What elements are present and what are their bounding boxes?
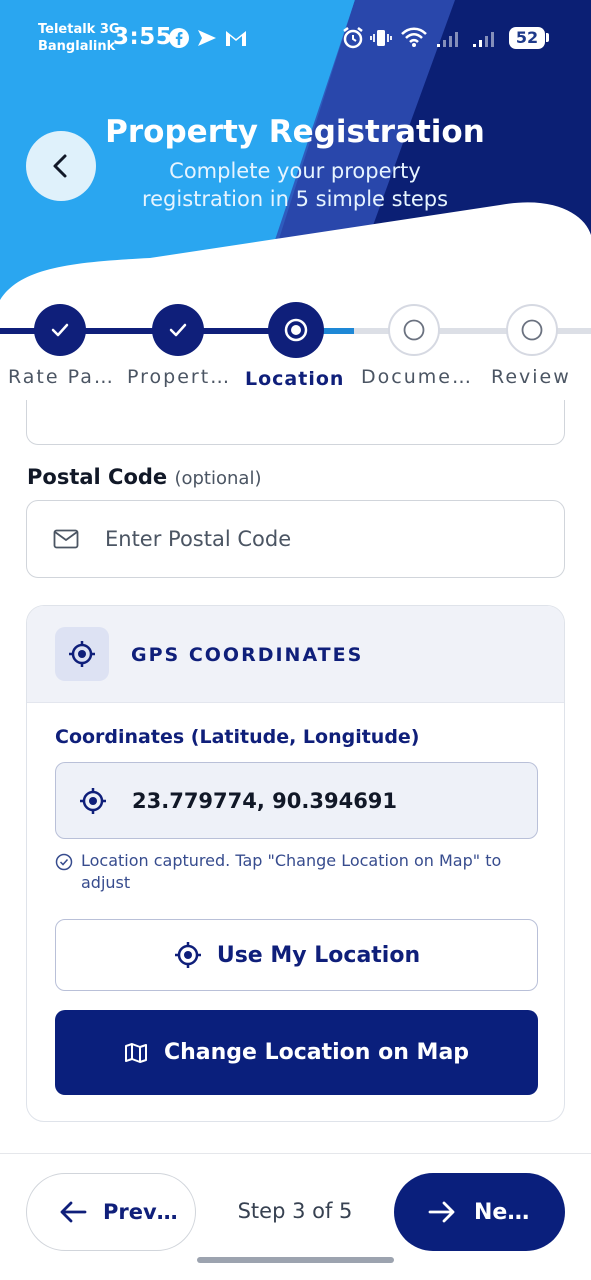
arrow-left-icon bbox=[60, 1201, 87, 1223]
page-subtitle: Complete your property registration in 5… bbox=[141, 159, 449, 211]
postal-code-field[interactable] bbox=[26, 500, 565, 578]
coordinates-label: Coordinates (Latitude, Longitude) bbox=[55, 726, 420, 748]
check-icon bbox=[51, 323, 69, 337]
use-my-location-button[interactable]: Use My Location bbox=[55, 919, 538, 991]
step-3-indicator[interactable] bbox=[268, 302, 324, 358]
coordinates-value: 23.779774, 90.394691 bbox=[132, 788, 398, 813]
location-captured-hint: Location captured. Tap "Change Location … bbox=[55, 850, 535, 894]
alarm-icon bbox=[343, 27, 363, 49]
step-5-label: Review bbox=[491, 366, 571, 388]
previous-field-input[interactable] bbox=[26, 400, 565, 445]
change-location-label: Change Location on Map bbox=[163, 1040, 470, 1065]
back-button[interactable] bbox=[26, 131, 96, 201]
next-button-label: Ne… bbox=[474, 1199, 530, 1225]
map-icon bbox=[124, 1042, 147, 1063]
page-title: Property Registration bbox=[105, 114, 485, 150]
postal-code-label-text: Postal Code bbox=[27, 465, 168, 489]
radio-selected-icon bbox=[284, 318, 308, 342]
crosshair-icon bbox=[174, 942, 201, 968]
change-location-on-map-button[interactable]: Change Location on Map bbox=[55, 1010, 538, 1095]
status-bar: Teletalk 3G Banglalink 3:55 52 bbox=[0, 0, 591, 80]
postal-code-input[interactable] bbox=[105, 527, 525, 551]
signal-1-icon bbox=[437, 32, 458, 47]
signal-2-icon bbox=[473, 32, 494, 47]
postal-code-label: Postal Code (optional) bbox=[27, 465, 261, 489]
step-counter: Step 3 of 5 bbox=[237, 1199, 353, 1223]
use-my-location-label: Use My Location bbox=[216, 942, 421, 968]
step-2-label: Propert… bbox=[127, 366, 232, 388]
wifi-icon bbox=[401, 27, 427, 47]
battery-tip bbox=[546, 33, 549, 42]
step-4-label: Docume… bbox=[361, 366, 473, 388]
step-4-indicator[interactable] bbox=[388, 304, 440, 356]
chevron-left-icon bbox=[53, 154, 67, 178]
progress-stepper: Rate Pa… Propert… Location Docume… Revie… bbox=[0, 296, 591, 396]
step-1-indicator[interactable] bbox=[34, 304, 86, 356]
radio-empty-icon bbox=[403, 319, 425, 341]
facebook-icon bbox=[169, 28, 189, 48]
previous-button[interactable]: Prev… bbox=[26, 1173, 196, 1251]
gmail-icon bbox=[226, 31, 246, 46]
check-icon bbox=[169, 323, 187, 337]
carrier-1: Teletalk 3G bbox=[38, 22, 120, 37]
send-icon bbox=[198, 30, 216, 46]
gps-header-icon-wrap bbox=[55, 627, 109, 681]
crosshair-icon bbox=[69, 641, 95, 667]
carrier-2: Banglalink bbox=[38, 39, 116, 54]
vibrate-icon bbox=[370, 30, 392, 46]
optional-tag: (optional) bbox=[174, 468, 262, 489]
battery-level: 52 bbox=[509, 27, 545, 49]
hint-text: Location captured. Tap "Change Location … bbox=[81, 851, 502, 892]
step-1-label: Rate Pa… bbox=[8, 366, 115, 388]
home-indicator[interactable] bbox=[197, 1257, 394, 1263]
step-2-indicator[interactable] bbox=[152, 304, 204, 356]
radio-empty-icon bbox=[521, 319, 543, 341]
next-button[interactable]: Ne… bbox=[394, 1173, 565, 1251]
check-circle-icon bbox=[55, 853, 73, 871]
previous-button-label: Prev… bbox=[103, 1200, 178, 1224]
header: Teletalk 3G Banglalink 3:55 52 Property … bbox=[0, 0, 591, 330]
mail-icon bbox=[53, 529, 79, 549]
carrier-names: Teletalk 3G Banglalink bbox=[38, 21, 120, 55]
step-3-label: Location bbox=[245, 368, 345, 390]
step-5-indicator[interactable] bbox=[506, 304, 558, 356]
arrow-right-icon bbox=[428, 1201, 455, 1223]
coordinates-field[interactable]: 23.779774, 90.394691 bbox=[55, 762, 538, 839]
gps-card-title: GPS COORDINATES bbox=[131, 644, 364, 666]
gps-card-header: GPS COORDINATES bbox=[27, 606, 564, 703]
gps-coordinates-card: GPS COORDINATES Coordinates (Latitude, L… bbox=[26, 605, 565, 1122]
crosshair-icon bbox=[80, 787, 106, 814]
status-time: 3:55 bbox=[113, 24, 173, 50]
